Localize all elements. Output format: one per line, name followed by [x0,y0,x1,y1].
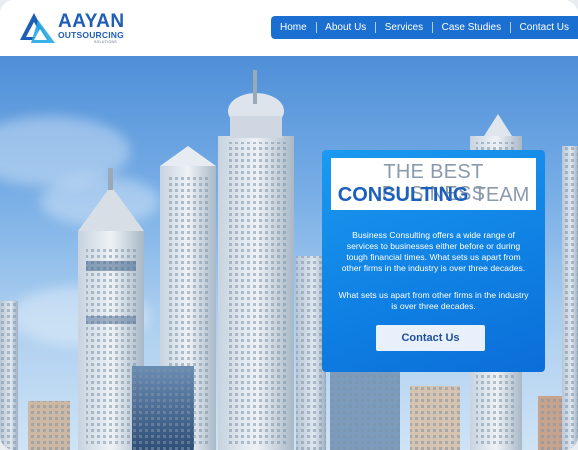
hero-title-bold: CONSULTING [337,184,469,206]
nav-home[interactable]: Home [271,16,316,39]
nav-about-us[interactable]: About Us [316,16,375,39]
hero-title-light: TEAM [473,184,530,206]
nav-services[interactable]: Services [376,16,432,39]
hero-info-card: THE BEST BUSINESS CONSULTING TEAM Busine… [322,150,545,372]
nav-case-studies[interactable]: Case Studies [433,16,510,39]
hero-section: THE BEST BUSINESS CONSULTING TEAM Busine… [0,56,578,450]
nav-contact-us[interactable]: Contact Us [511,16,578,39]
hero-paragraph-2: What sets us apart from other firms in t… [338,290,529,311]
contact-us-button[interactable]: Contact Us [376,325,485,351]
site-logo[interactable]: AAYAN OUTSOURCING SOLUTIONS [20,12,130,46]
main-navigation: Home About Us Services Case Studies Cont… [271,16,578,39]
logo-subtitle: OUTSOURCING [58,30,124,40]
hero-paragraph-1: Business Consulting offers a wide range … [341,230,526,273]
hero-title-box: THE BEST BUSINESS CONSULTING TEAM [331,158,536,210]
logo-brand-name: AAYAN [58,11,125,32]
hero-title-line2: CONSULTING TEAM [331,184,536,206]
logo-tagline: SOLUTIONS [94,40,117,44]
site-header: AAYAN OUTSOURCING SOLUTIONS Home About U… [0,0,578,56]
page-frame: AAYAN OUTSOURCING SOLUTIONS Home About U… [0,0,578,450]
logo-triangle-icon [20,13,55,43]
